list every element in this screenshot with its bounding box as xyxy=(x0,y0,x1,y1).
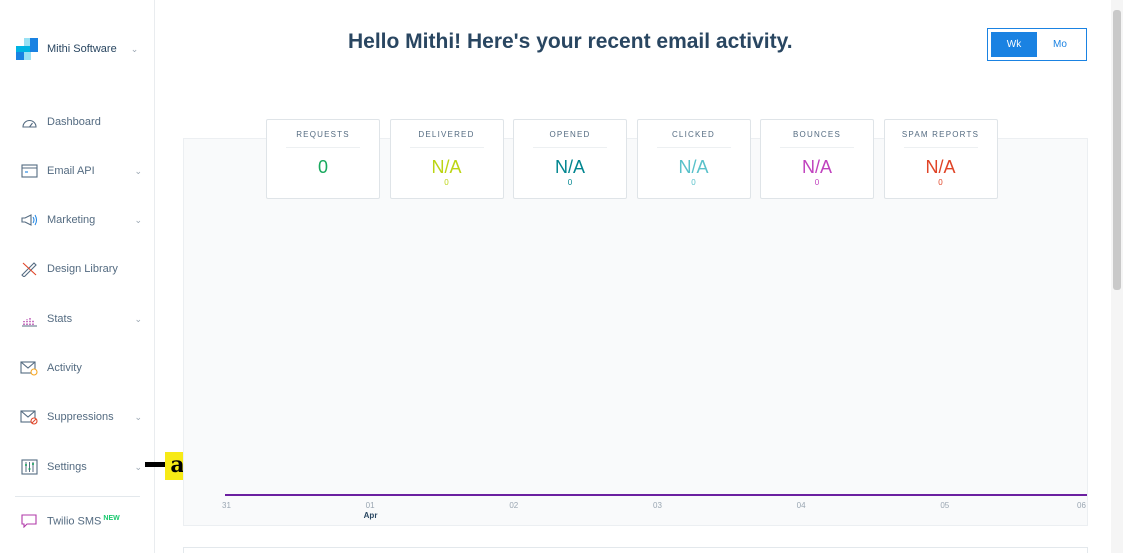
sidebar-item-label: Twilio SMS xyxy=(47,515,102,528)
stat-value: N/A xyxy=(925,157,956,177)
stat-card-delivered: DELIVERED N/A 0 xyxy=(389,119,504,199)
sidebar-item-label: Suppressions xyxy=(47,411,114,423)
stat-count: 0 xyxy=(691,178,696,187)
stat-count: 0 xyxy=(938,178,943,187)
month-toggle-button[interactable]: Mo xyxy=(1037,32,1083,57)
x-tick-label: 06 xyxy=(1077,501,1086,510)
x-tick-label: 31 xyxy=(222,501,231,510)
stat-label: OPENED xyxy=(549,130,591,139)
sidebar-item-twilio-sms[interactable]: Twilio SMS NEW xyxy=(20,510,145,532)
stat-value: N/A xyxy=(431,157,462,177)
x-tick-label: 04 xyxy=(796,501,806,510)
chevron-down-icon: ⌄ xyxy=(134,411,142,422)
stat-card-clicked: CLICKED N/A 0 xyxy=(636,119,751,199)
sidebar-item-suppressions[interactable]: Suppressions ⌄ xyxy=(20,406,145,428)
activity-chart xyxy=(225,494,1087,496)
period-toggle: Wk Mo xyxy=(987,28,1087,61)
sidebar-item-label: Activity xyxy=(47,362,82,374)
chevron-down-icon: ⌄ xyxy=(134,313,142,324)
suppressions-envelope-icon xyxy=(20,408,38,426)
week-toggle-button[interactable]: Wk xyxy=(991,32,1037,57)
email-api-icon xyxy=(20,162,38,180)
x-tick-label: 05 xyxy=(940,501,950,510)
stat-value: N/A xyxy=(678,157,709,177)
x-tick-label: 01 xyxy=(365,501,375,510)
scrollbar-thumb[interactable] xyxy=(1113,10,1121,290)
stats-icon xyxy=(20,310,38,328)
x-tick-month-label: Apr xyxy=(363,511,378,520)
stat-value: 0 xyxy=(317,157,328,177)
secondary-panel xyxy=(183,547,1088,553)
stat-count: 0 xyxy=(567,178,573,187)
sendgrid-logo-icon xyxy=(16,38,38,60)
sidebar-item-activity[interactable]: Activity xyxy=(20,357,145,379)
stat-card-requests: REQUESTS 0 xyxy=(266,119,380,199)
chevron-down-icon: ⌄ xyxy=(134,461,142,472)
sidebar-item-label: Marketing xyxy=(47,214,96,226)
x-tick-label: 02 xyxy=(509,501,519,510)
design-tools-icon xyxy=(20,260,38,278)
stat-label: DELIVERED xyxy=(418,130,475,139)
sidebar-item-settings[interactable]: Settings ⌄ xyxy=(20,456,145,478)
sidebar-item-label: Dashboard xyxy=(47,116,101,128)
stat-count: 0 xyxy=(444,178,449,187)
activity-envelope-icon xyxy=(20,359,38,377)
settings-sliders-icon xyxy=(20,458,38,476)
stat-value: N/A xyxy=(801,157,832,177)
new-badge: NEW xyxy=(103,514,120,522)
account-switcher[interactable]: Mithi Software ⌄ xyxy=(16,38,138,60)
gauge-icon xyxy=(20,113,38,131)
stat-cards: REQUESTS 0 DELIVERED N/A 0 OPENED N/A 0 CLICKED N… xyxy=(266,119,1007,199)
page-title: Hello Mithi! Here's your recent email ac… xyxy=(348,30,793,53)
annotation-pointer xyxy=(145,462,165,467)
sidebar-item-dashboard[interactable]: Dashboard xyxy=(20,111,145,133)
stat-label: SPAM REPORTS xyxy=(901,130,980,139)
chevron-down-icon: ⌄ xyxy=(134,214,142,225)
stat-label: REQUESTS xyxy=(296,130,350,139)
chat-bubble-icon xyxy=(20,512,38,530)
sidebar: Mithi Software ⌄ Dashboard Email API ⌄ Mark… xyxy=(0,0,155,553)
stat-label: CLICKED xyxy=(671,130,716,139)
sidebar-item-label: Settings xyxy=(47,461,87,473)
sidebar-item-marketing[interactable]: Marketing ⌄ xyxy=(20,209,145,231)
stat-card-spam-reports: SPAM REPORTS N/A 0 xyxy=(883,119,998,199)
chevron-down-icon: ⌄ xyxy=(130,43,139,54)
sidebar-item-label: Stats xyxy=(47,313,73,325)
x-tick-label: 03 xyxy=(653,501,662,510)
stat-count: 0 xyxy=(814,178,820,187)
stat-label: BOUNCES xyxy=(793,130,841,139)
page-scrollbar[interactable] xyxy=(1111,0,1123,553)
megaphone-icon xyxy=(20,211,38,229)
sidebar-item-design-library[interactable]: Design Library xyxy=(20,258,145,280)
sidebar-item-email-api[interactable]: Email API ⌄ xyxy=(20,160,145,182)
stat-card-opened: OPENED N/A 0 xyxy=(513,119,627,199)
sidebar-item-label: Design Library xyxy=(47,263,118,275)
stat-card-bounces: BOUNCES N/A 0 xyxy=(760,119,874,199)
account-name: Mithi Software xyxy=(47,43,117,55)
stat-value: N/A xyxy=(554,157,585,177)
chevron-down-icon: ⌄ xyxy=(134,165,142,176)
sidebar-item-stats[interactable]: Stats ⌄ xyxy=(20,308,145,330)
sidebar-divider xyxy=(15,496,140,497)
sidebar-item-label: Email API xyxy=(47,165,95,177)
